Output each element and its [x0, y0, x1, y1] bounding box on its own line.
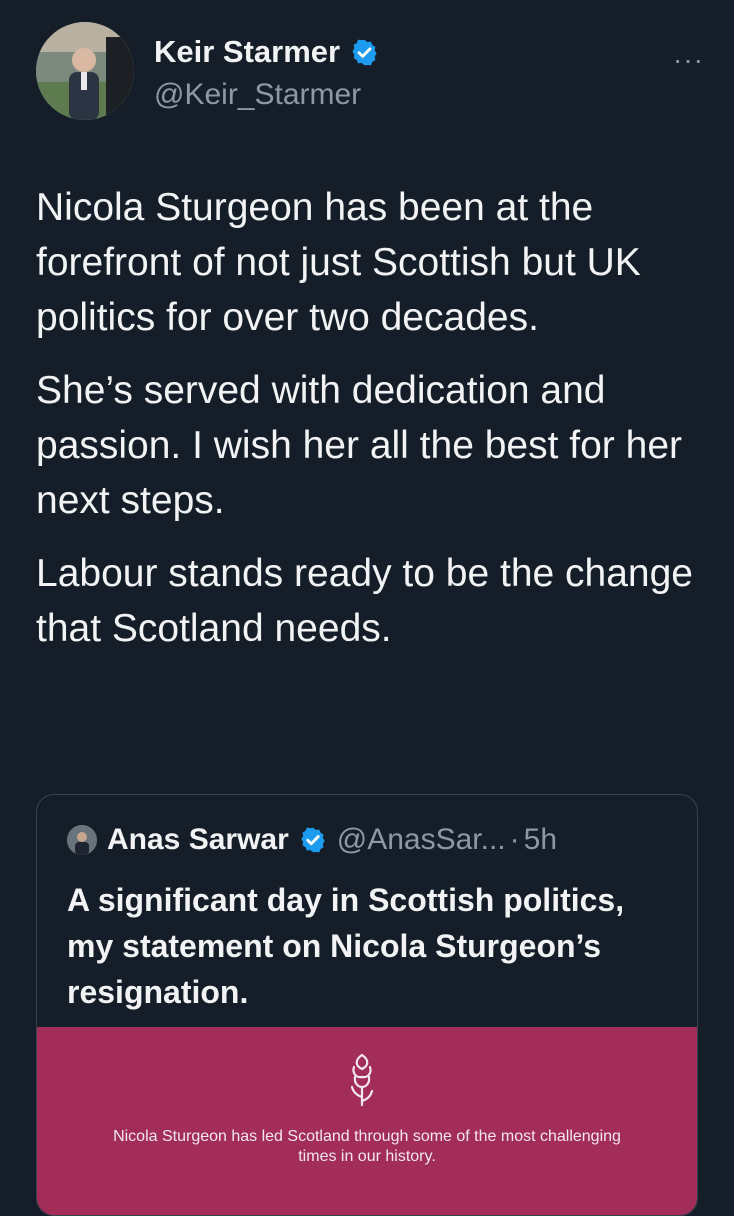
thistle-logo-icon — [350, 1053, 374, 1107]
quoted-tweet-time[interactable]: 5h — [524, 823, 557, 857]
tweet-body: Nicola Sturgeon has been at the forefron… — [36, 180, 706, 674]
author-name-row[interactable]: Keir Starmer — [154, 34, 379, 70]
tweet-paragraph: She’s served with dedication and passion… — [36, 369, 682, 522]
tweet-header: Keir Starmer @Keir_Starmer ··· — [36, 22, 704, 132]
author-handle[interactable]: @Keir_Starmer — [154, 78, 379, 112]
verified-badge-icon — [352, 39, 377, 65]
quoted-tweet-header: Anas Sarwar @AnasSar... · 5h — [67, 823, 557, 857]
tweet-paragraph: Labour stands ready to be the change tha… — [36, 552, 693, 650]
quoted-tweet-text: A significant day in Scottish politics, … — [67, 882, 625, 1010]
quoted-author-avatar[interactable] — [67, 825, 97, 855]
quoted-author-handle[interactable]: @AnasSar... — [337, 823, 506, 857]
quoted-author-name[interactable]: Anas Sarwar — [107, 823, 289, 857]
author-display-name[interactable]: Keir Starmer — [154, 34, 340, 70]
author-avatar[interactable] — [36, 22, 134, 120]
tweet-paragraph: Nicola Sturgeon has been at the forefron… — [36, 186, 641, 339]
verified-badge-icon — [301, 827, 325, 853]
more-options-icon[interactable]: ··· — [673, 44, 704, 76]
media-caption: Nicola Sturgeon has led Scotland through… — [113, 1128, 621, 1165]
quoted-tweet-card[interactable]: Anas Sarwar @AnasSar... · 5h A significa… — [36, 794, 698, 1216]
separator-dot: · — [509, 823, 520, 856]
quoted-tweet-media[interactable]: Nicola Sturgeon has led Scotland through… — [37, 1027, 697, 1215]
